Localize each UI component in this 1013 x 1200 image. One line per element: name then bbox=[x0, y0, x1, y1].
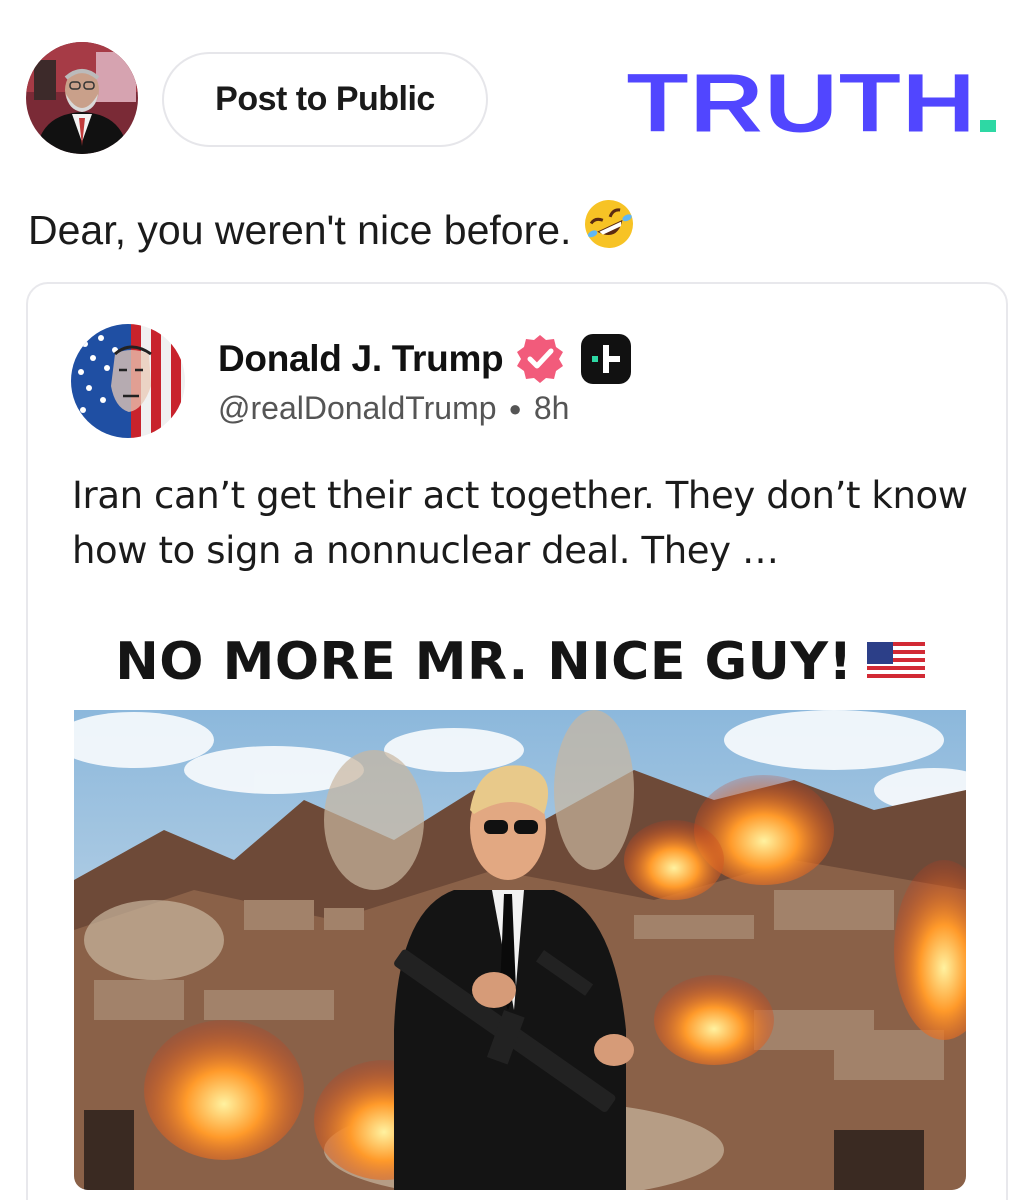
quoted-post-card[interactable]: Donald J. Trump @realDonaldTrump ● 8h Ir… bbox=[26, 282, 1008, 1200]
top-bar: Post to Public TRUTH bbox=[0, 0, 1013, 170]
author-name[interactable]: Donald J. Trump bbox=[218, 338, 504, 380]
meta-separator: ● bbox=[508, 395, 522, 421]
author-handle[interactable]: @realDonaldTrump bbox=[218, 390, 497, 427]
post-comment: Dear, you weren't nice before. bbox=[28, 200, 637, 262]
laughing-emoji-icon bbox=[581, 196, 637, 262]
image-headline-text: NO MORE MR. NICE GUY! bbox=[115, 632, 853, 692]
user-avatar[interactable] bbox=[26, 42, 138, 154]
verified-badge-icon bbox=[517, 335, 564, 383]
truth-logo: TRUTH bbox=[622, 56, 1002, 151]
plus-badge-icon bbox=[581, 334, 632, 384]
author-avatar[interactable] bbox=[71, 324, 185, 438]
us-flag-emoji-icon bbox=[866, 642, 925, 682]
author-meta: @realDonaldTrump ● 8h bbox=[218, 390, 569, 427]
comment-text: Dear, you weren't nice before. bbox=[28, 206, 572, 253]
post-image[interactable]: NO MORE MR. NICE GUY! bbox=[74, 614, 966, 1190]
scene-illustration bbox=[74, 710, 966, 1190]
post-body: Iran can’t get their act together. They … bbox=[72, 474, 968, 572]
image-headline: NO MORE MR. NICE GUY! bbox=[74, 614, 966, 710]
truth-logo-text: TRUTH bbox=[626, 62, 976, 142]
post-time: 8h bbox=[533, 390, 570, 426]
post-to-public-button[interactable]: Post to Public bbox=[162, 52, 488, 147]
author-row: Donald J. Trump bbox=[218, 332, 633, 386]
